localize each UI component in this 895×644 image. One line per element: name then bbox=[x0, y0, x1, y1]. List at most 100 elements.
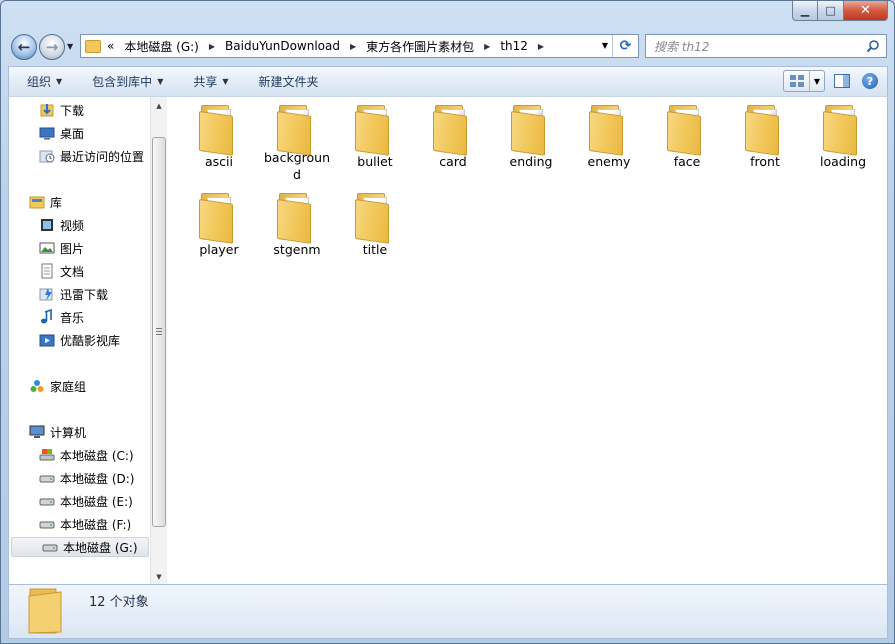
refresh-icon[interactable]: ⟳ bbox=[612, 35, 638, 57]
sidebar-item-label: 本地磁盘 (D:) bbox=[60, 471, 135, 486]
navigation-scrollbar[interactable]: ▲ ▼ bbox=[150, 97, 167, 584]
sidebar-item-label: 最近访问的位置 bbox=[60, 149, 145, 164]
folder-icon bbox=[589, 105, 629, 156]
forward-button[interactable]: → bbox=[39, 34, 65, 60]
drive-icon bbox=[39, 493, 55, 509]
address-history-dropdown[interactable]: ▼ bbox=[602, 41, 608, 50]
sidebar-item[interactable]: 本地磁盘 (F:) bbox=[9, 514, 149, 534]
breadcrumb-separator[interactable]: ▶ bbox=[350, 42, 356, 51]
folder-icon bbox=[355, 193, 395, 244]
scroll-up-arrow[interactable]: ▲ bbox=[151, 97, 167, 114]
breadcrumb-separator[interactable]: ▶ bbox=[538, 42, 544, 51]
chevron-down-icon: ▼ bbox=[222, 77, 229, 86]
folder-item[interactable]: player bbox=[181, 185, 257, 271]
folder-item[interactable]: loading bbox=[805, 97, 881, 183]
sidebar-item[interactable]: 迅雷下载 bbox=[9, 284, 149, 304]
sidebar-item[interactable]: 本地磁盘 (E:) bbox=[9, 491, 149, 511]
share-label: 共享 bbox=[193, 75, 218, 89]
sidebar-item[interactable]: 本地磁盘 (D:) bbox=[9, 468, 149, 488]
sidebar-item[interactable]: 计算机 bbox=[9, 422, 149, 442]
folder-item[interactable]: bullet bbox=[337, 97, 413, 183]
sidebar-item[interactable]: 图片 bbox=[9, 238, 149, 258]
preview-pane-icon[interactable] bbox=[831, 70, 853, 92]
sidebar-item[interactable]: 桌面 bbox=[9, 123, 149, 143]
desktop-icon bbox=[39, 125, 55, 141]
command-bar: 组织 ▼ 包含到库中 ▼ 共享 ▼ 新建文件夹 ▼ ? bbox=[8, 66, 888, 96]
sidebar-item-label: 本地磁盘 (G:) bbox=[63, 540, 138, 555]
folder-item[interactable]: background bbox=[259, 97, 335, 183]
folder-label: title bbox=[362, 242, 388, 257]
search-input[interactable]: 搜索 th12 bbox=[645, 34, 887, 58]
organize-menu[interactable]: 组织 ▼ bbox=[9, 73, 74, 90]
breadcrumb-touhou-pack[interactable]: 東方各作圖片素材包 bbox=[366, 38, 474, 55]
breadcrumb-separator[interactable]: ▶ bbox=[209, 42, 215, 51]
navigation-pane: 下载桌面最近访问的位置库视频图片文档迅雷下载音乐优酷影视库家庭组计算机本地磁盘 … bbox=[8, 96, 167, 584]
folder-item[interactable]: ascii bbox=[181, 97, 257, 183]
include-in-library-menu[interactable]: 包含到库中 ▼ bbox=[74, 73, 175, 90]
sidebar-item-label: 本地磁盘 (F:) bbox=[60, 517, 132, 532]
sidebar-item[interactable]: 文档 bbox=[9, 261, 149, 281]
share-menu[interactable]: 共享 ▼ bbox=[175, 73, 240, 90]
folder-icon bbox=[667, 105, 707, 156]
folder-item[interactable]: card bbox=[415, 97, 491, 183]
scroll-down-arrow[interactable]: ▼ bbox=[151, 568, 167, 584]
folder-item[interactable]: front bbox=[727, 97, 803, 183]
back-button[interactable]: ← bbox=[11, 34, 37, 60]
folder-item[interactable]: face bbox=[649, 97, 725, 183]
thunder-download-icon bbox=[39, 286, 55, 302]
folder-label: face bbox=[673, 154, 701, 169]
sidebar-item[interactable]: 视频 bbox=[9, 215, 149, 235]
folder-label: bullet bbox=[357, 154, 393, 169]
folder-icon bbox=[745, 105, 785, 156]
search-icon[interactable] bbox=[866, 39, 880, 53]
view-options-dropdown[interactable]: ▼ bbox=[810, 77, 824, 86]
sidebar-item-label: 桌面 bbox=[60, 126, 85, 141]
new-folder-button[interactable]: 新建文件夹 bbox=[241, 73, 331, 90]
sidebar-item-label: 迅雷下载 bbox=[60, 287, 109, 302]
folder-item[interactable]: ending bbox=[493, 97, 569, 183]
sidebar-item-label: 本地磁盘 (E:) bbox=[60, 494, 133, 509]
maximize-button[interactable]: □ bbox=[818, 1, 844, 21]
sidebar-item[interactable]: 家庭组 bbox=[9, 376, 149, 396]
folder-item[interactable]: title bbox=[337, 185, 413, 271]
help-button[interactable]: ? bbox=[859, 70, 881, 92]
breadcrumb-th12[interactable]: th12 bbox=[500, 39, 528, 53]
help-icon: ? bbox=[862, 73, 878, 89]
item-count: 12 个对象 bbox=[89, 595, 149, 610]
sidebar-item-label: 视频 bbox=[60, 218, 85, 233]
recent-pages-dropdown[interactable]: ▼ bbox=[67, 42, 73, 51]
folder-item[interactable]: stgenm bbox=[259, 185, 335, 271]
folder-item[interactable]: enemy bbox=[571, 97, 647, 183]
sidebar-item-label: 下载 bbox=[60, 103, 85, 118]
breadcrumb-separator[interactable]: ▶ bbox=[484, 42, 490, 51]
include-library-label: 包含到库中 bbox=[92, 75, 153, 89]
folder-icon bbox=[355, 105, 395, 156]
breadcrumb-baiduyundownload[interactable]: BaiduYunDownload bbox=[225, 39, 340, 53]
breadcrumb-drive-g[interactable]: 本地磁盘 (G:) bbox=[124, 38, 199, 55]
details-pane: 12 个对象 bbox=[8, 584, 888, 639]
folder-icon bbox=[199, 105, 239, 156]
sidebar-item[interactable]: 优酷影视库 bbox=[9, 330, 149, 350]
sidebar-item[interactable]: 下载 bbox=[9, 100, 149, 120]
sidebar-item[interactable]: 库 bbox=[9, 192, 149, 212]
sidebar-item[interactable]: 本地磁盘 (G:) bbox=[11, 537, 149, 557]
folder-label: front bbox=[750, 154, 780, 169]
folder-label: ending bbox=[509, 154, 553, 169]
folder-icon bbox=[199, 193, 239, 244]
sidebar-item-label: 音乐 bbox=[60, 310, 85, 325]
sidebar-item[interactable]: 最近访问的位置 bbox=[9, 146, 149, 166]
chevron-down-icon: ▼ bbox=[56, 77, 63, 86]
change-view-button[interactable]: ▼ bbox=[783, 70, 825, 92]
close-button[interactable]: ✕ bbox=[844, 1, 888, 21]
view-icon[interactable] bbox=[784, 71, 810, 91]
scrollbar-thumb[interactable] bbox=[152, 137, 166, 527]
sidebar-item[interactable]: 本地磁盘 (C:) bbox=[9, 445, 149, 465]
drive-icon bbox=[39, 470, 55, 486]
minimize-button[interactable]: ▁ bbox=[792, 1, 818, 21]
folder-icon bbox=[277, 105, 317, 156]
sidebar-item[interactable]: 音乐 bbox=[9, 307, 149, 327]
breadcrumb-overflow[interactable]: « bbox=[107, 39, 114, 53]
computer-icon bbox=[29, 424, 45, 440]
address-bar[interactable]: « 本地磁盘 (G:) ▶ BaiduYunDownload ▶ 東方各作圖片素… bbox=[80, 34, 639, 58]
sidebar-item-label: 文档 bbox=[60, 264, 85, 279]
